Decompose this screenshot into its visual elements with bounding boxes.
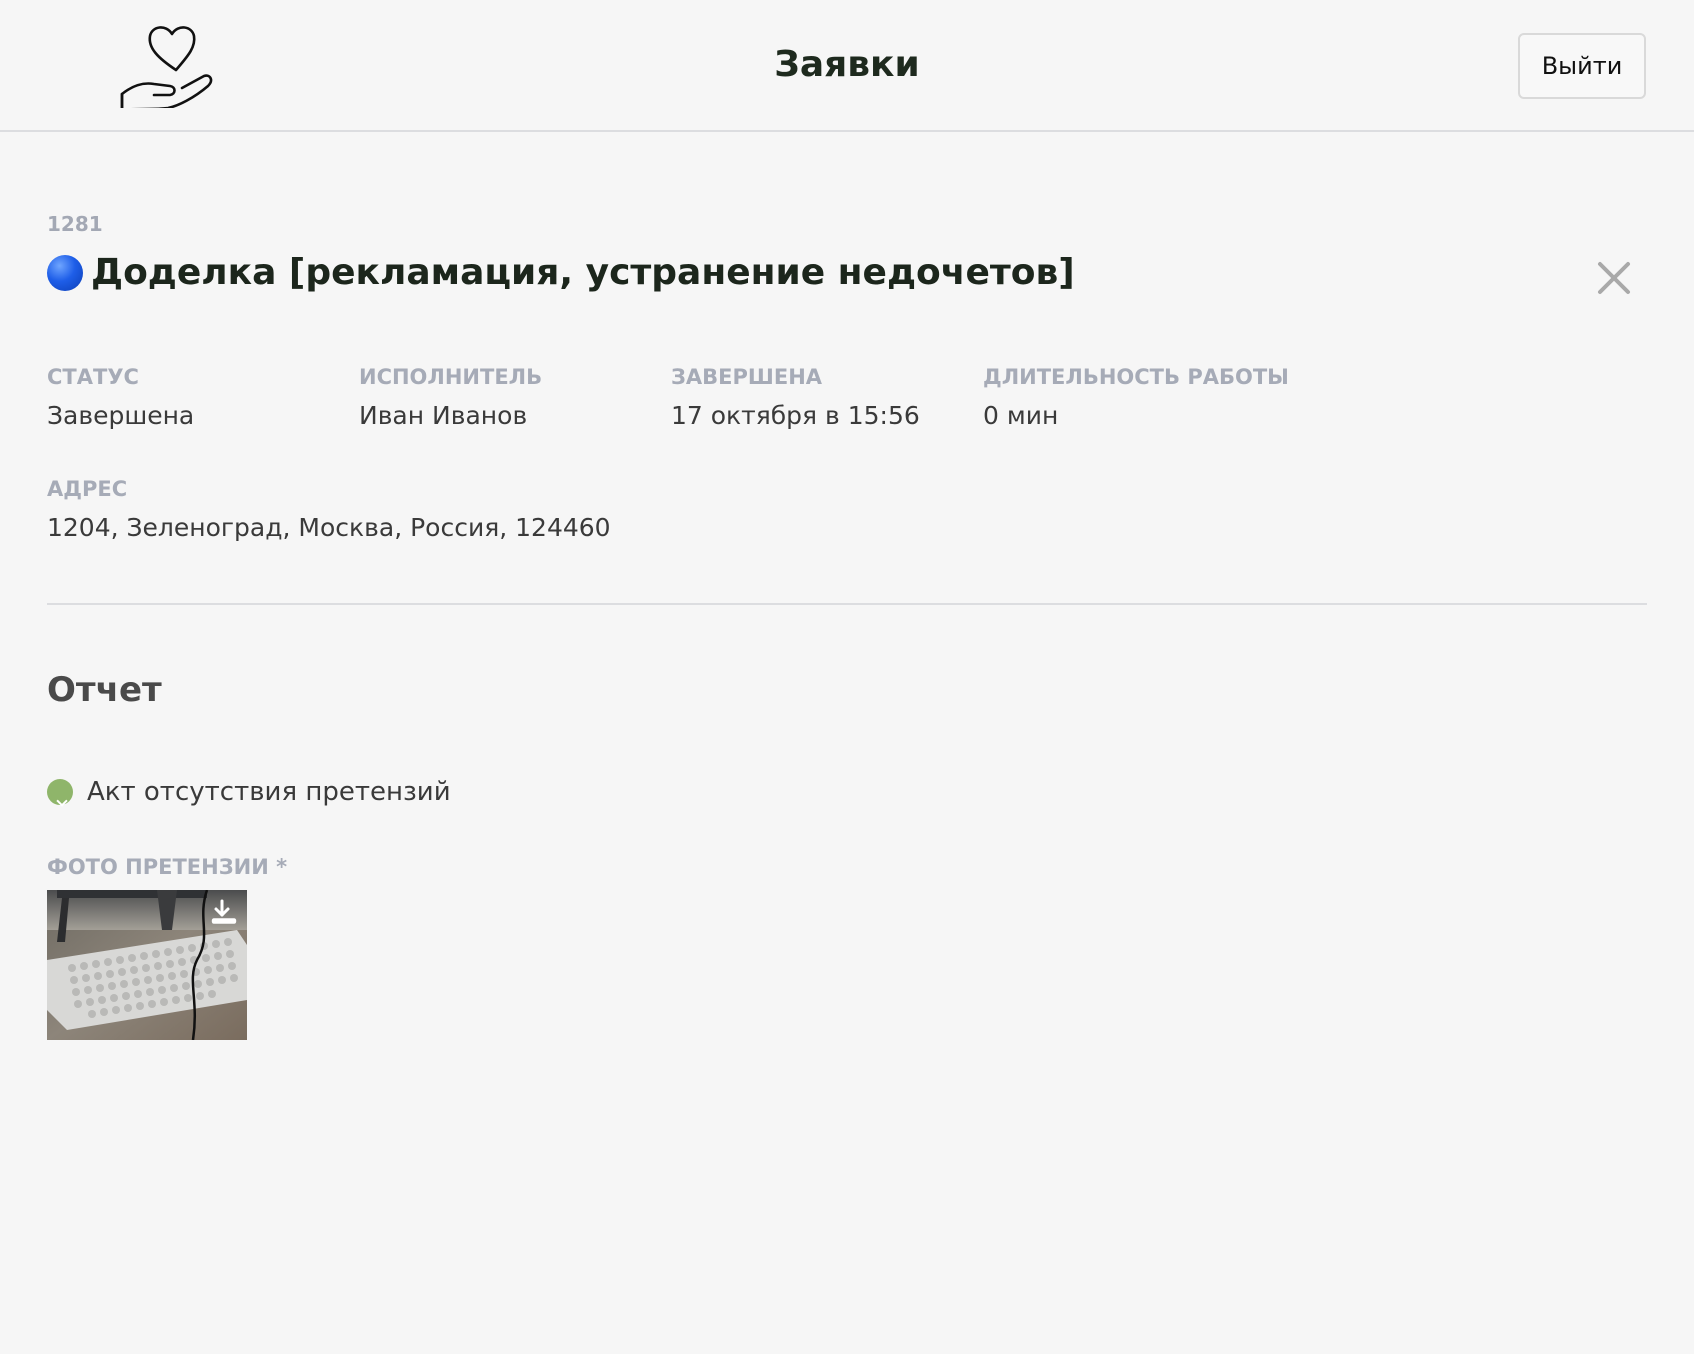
page: Заявки Выйти 1281 Доделка [рекламация, у… [0, 0, 1694, 1354]
close-icon[interactable] [1594, 258, 1634, 298]
completed-label: ЗАВЕРШЕНА [671, 365, 823, 389]
completed-value: 17 октября в 15:56 [671, 401, 920, 430]
executor-label: ИСПОЛНИТЕЛЬ [359, 365, 543, 389]
divider [47, 603, 1647, 605]
duration-label: ДЛИТЕЛЬНОСТЬ РАБОТЫ [983, 365, 1289, 389]
order-title: Доделка [рекламация, устранение недочето… [91, 252, 1075, 293]
report-check-item: Акт отсутствия претензий [47, 772, 451, 812]
status-dot-icon [47, 255, 83, 291]
status-value: Завершена [47, 401, 195, 430]
download-icon[interactable] [209, 898, 239, 928]
executor-value: Иван Иванов [359, 401, 528, 430]
order-number: 1281 [47, 212, 103, 236]
duration-value: 0 мин [983, 401, 1059, 430]
checkmark-icon [47, 779, 73, 805]
address-label: АДРЕС [47, 477, 128, 501]
app-header: Заявки Выйти [0, 0, 1694, 132]
report-title: Отчет [47, 670, 162, 710]
photo-label: ФОТО ПРЕТЕНЗИИ * [47, 855, 288, 879]
status-label: СТАТУС [47, 365, 139, 389]
address-value: 1204, Зеленоград, Москва, Россия, 124460 [47, 513, 611, 542]
order-title-row: Доделка [рекламация, устранение недочето… [47, 248, 1075, 298]
page-title: Заявки [774, 44, 920, 85]
logout-button[interactable]: Выйти [1518, 33, 1646, 99]
check-item-label: Акт отсутствия претензий [87, 777, 451, 807]
claim-photo-thumbnail[interactable] [47, 890, 247, 1040]
